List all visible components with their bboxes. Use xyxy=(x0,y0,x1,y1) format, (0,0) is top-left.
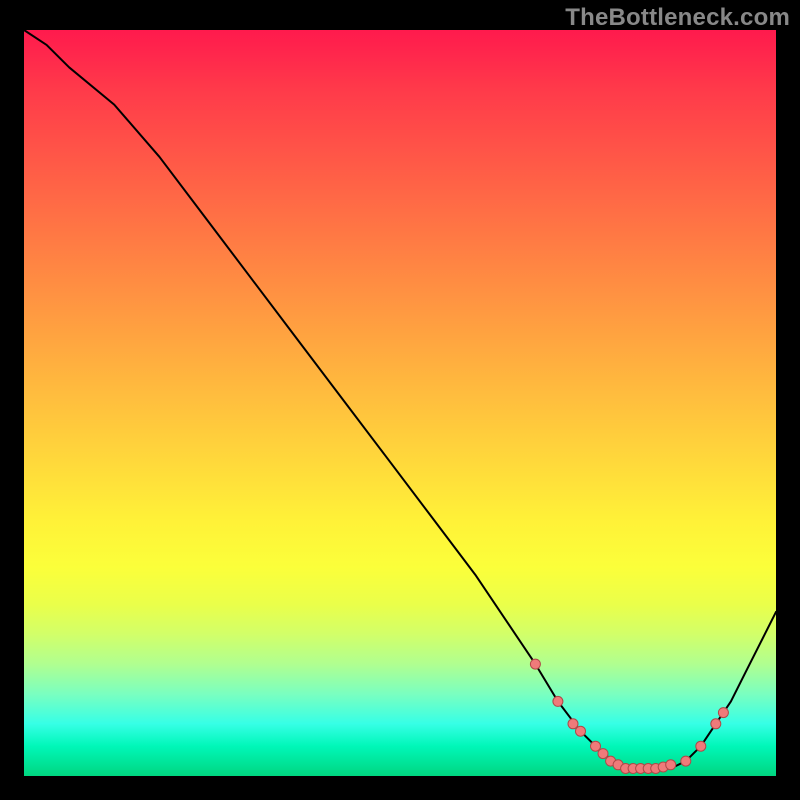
marker-dot xyxy=(553,696,563,706)
marker-dot xyxy=(591,741,601,751)
marker-dot xyxy=(568,719,578,729)
marker-dot xyxy=(530,659,540,669)
marker-dot xyxy=(718,708,728,718)
curve-path xyxy=(24,30,776,769)
marker-dot xyxy=(576,726,586,736)
chart-container: TheBottleneck.com xyxy=(0,0,800,800)
plot-area xyxy=(24,30,776,776)
marker-dot xyxy=(681,756,691,766)
marker-dot xyxy=(598,749,608,759)
marker-dot xyxy=(666,760,676,770)
marker-dot xyxy=(696,741,706,751)
watermark-text: TheBottleneck.com xyxy=(565,4,790,32)
marker-dot xyxy=(711,719,721,729)
curve-markers xyxy=(530,659,728,773)
bottleneck-curve xyxy=(24,30,776,776)
